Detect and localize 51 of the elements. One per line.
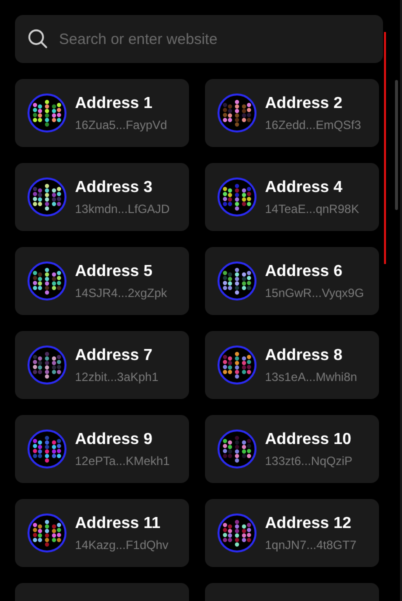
address-name: Address 11 — [75, 514, 162, 534]
address-name: Address 2 — [265, 94, 344, 114]
address-hash: 15nGwR...Vyqx9G — [265, 284, 364, 300]
address-card[interactable]: Address 7 12zbit...3aKph1 — [15, 331, 189, 399]
avatar-icon — [217, 429, 257, 469]
address-card[interactable]: Address 2 16Zedd...EmQSf3 — [205, 79, 379, 147]
address-name: Address 3 — [75, 178, 154, 198]
address-card[interactable]: Address 4 14TeaE...qnR98K — [205, 163, 379, 231]
address-hash: 13kmdn...LfGAJD — [75, 200, 170, 216]
address-card[interactable]: Address 9 12ePTa...KMekh1 — [15, 415, 189, 483]
avatar-icon — [27, 261, 67, 301]
address-name: Address 12 — [265, 514, 352, 534]
avatar-icon — [27, 93, 67, 133]
address-name: Address 9 — [75, 430, 154, 450]
address-name: Address 4 — [265, 178, 344, 198]
address-name: Address 6 — [265, 262, 344, 282]
address-card[interactable]: Address 5 14SJR4...2xgZpk — [15, 247, 189, 315]
search-icon — [27, 28, 49, 50]
avatar-icon — [27, 345, 67, 385]
avatar-icon — [27, 429, 67, 469]
address-name: Address 8 — [265, 346, 344, 366]
address-card[interactable]: Address 11 14Kazg...F1dQhv — [15, 499, 189, 567]
avatar-icon — [27, 177, 67, 217]
avatar-icon — [27, 513, 67, 553]
search-field[interactable]: Search or enter website — [15, 15, 383, 63]
address-card[interactable]: Address 12 1qnJN7...4t8GT7 — [205, 499, 379, 567]
address-card[interactable]: Address 10 133zt6...NqQziP — [205, 415, 379, 483]
address-name: Address 1 — [75, 94, 154, 114]
address-hash: 12ePTa...KMekh1 — [75, 452, 170, 468]
address-hash: 133zt6...NqQziP — [265, 452, 352, 468]
address-card[interactable]: Address 3 13kmdn...LfGAJD — [15, 163, 189, 231]
avatar-icon — [217, 93, 257, 133]
address-card[interactable]: Address 8 13s1eA...Mwhi8n — [205, 331, 379, 399]
address-hash: 14SJR4...2xgZpk — [75, 284, 168, 300]
address-hash: 1qnJN7...4t8GT7 — [265, 536, 356, 552]
address-card[interactable]: Address 6 15nGwR...Vyqx9G — [205, 247, 379, 315]
address-name: Address 7 — [75, 346, 154, 366]
avatar-icon — [217, 177, 257, 217]
scrollbar-thumb[interactable] — [395, 80, 398, 210]
address-card[interactable]: Address 1 16Zua5...FaypVd — [15, 79, 189, 147]
avatar-icon — [217, 261, 257, 301]
avatar-icon — [217, 345, 257, 385]
address-hash: 12zbit...3aKph1 — [75, 368, 158, 384]
address-hash: 16Zua5...FaypVd — [75, 116, 168, 132]
address-name: Address 5 — [75, 262, 154, 282]
address-hash: 16Zedd...EmQSf3 — [265, 116, 362, 132]
address-hash: 13s1eA...Mwhi8n — [265, 368, 358, 384]
address-name: Address 10 — [265, 430, 352, 450]
address-hash: 14Kazg...F1dQhv — [75, 536, 168, 552]
address-hash: 14TeaE...qnR98K — [265, 200, 360, 216]
avatar-icon — [217, 513, 257, 553]
